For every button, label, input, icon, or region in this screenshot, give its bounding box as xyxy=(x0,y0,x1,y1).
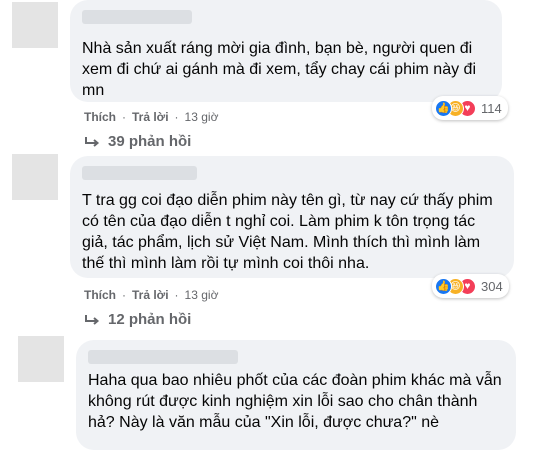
author-name-redacted[interactable] xyxy=(88,350,238,364)
reaction-count: 304 xyxy=(481,278,503,294)
comment-bubble: Nhà sản xuất ráng mời gia đình, bạn bè, … xyxy=(70,0,502,102)
comment-bubble: Haha qua bao nhiêu phốt của các đoàn phi… xyxy=(76,340,516,450)
comment-actions: Thích · Trả lời · 13 giờ xyxy=(84,288,219,302)
reply-button[interactable]: Trả lời xyxy=(132,110,169,124)
like-button[interactable]: Thích xyxy=(84,288,116,302)
reaction-count: 114 xyxy=(481,100,502,116)
view-replies-button[interactable]: 39 phản hồi xyxy=(84,133,191,150)
reaction-summary[interactable]: 👍 😆 ♥ 304 xyxy=(432,274,509,298)
reply-arrow-icon xyxy=(85,136,100,147)
view-replies-button[interactable]: 12 phản hồi xyxy=(84,311,191,328)
replies-count: 12 phản hồi xyxy=(108,311,192,328)
author-name-redacted[interactable] xyxy=(82,166,197,180)
comment-text: Nhà sản xuất ráng mời gia đình, bạn bè, … xyxy=(82,40,476,99)
timestamp[interactable]: 13 giờ xyxy=(185,110,219,124)
comment-actions: Thích · Trả lời · 13 giờ xyxy=(84,110,219,124)
comment-text: Haha qua bao nhiêu phốt của các đoàn phi… xyxy=(88,372,502,431)
avatar[interactable] xyxy=(18,336,64,382)
like-button[interactable]: Thích xyxy=(84,110,116,124)
avatar[interactable] xyxy=(12,154,58,200)
reply-button[interactable]: Trả lời xyxy=(132,288,169,302)
comment-text: T tra gg coi đạo diễn phim này tên gì, t… xyxy=(82,192,493,272)
replies-count: 39 phản hồi xyxy=(108,133,192,150)
author-name-redacted[interactable] xyxy=(82,10,192,24)
avatar[interactable] xyxy=(12,2,58,48)
like-reaction-icon: 👍 xyxy=(435,99,452,117)
reply-arrow-icon xyxy=(85,314,100,325)
like-reaction-icon: 👍 xyxy=(435,277,452,295)
comment-bubble: T tra gg coi đạo diễn phim này tên gì, t… xyxy=(70,156,514,278)
reaction-summary[interactable]: 👍 😆 ♥ 114 xyxy=(432,96,508,120)
timestamp[interactable]: 13 giờ xyxy=(185,288,219,302)
